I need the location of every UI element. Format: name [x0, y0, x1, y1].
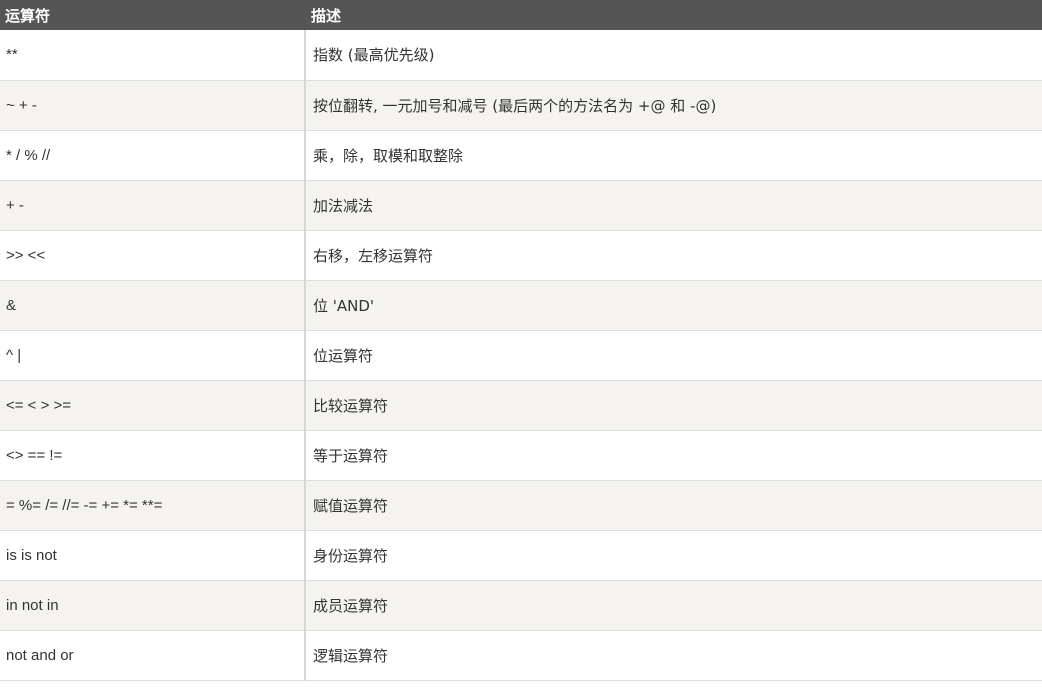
table-body: ** 指数 (最高优先级) ~ + - 按位翻转, 一元加号和减号 (最后两个的…	[0, 30, 1042, 680]
table-row: & 位 'AND'	[0, 280, 1042, 330]
header-row: 运算符 描述	[0, 0, 1042, 30]
table-header: 运算符 描述	[0, 0, 1042, 30]
operator-cell: ^ |	[0, 330, 306, 380]
operator-cell: ~ + -	[0, 80, 306, 130]
operator-cell: in not in	[0, 580, 306, 630]
operator-cell: <> == !=	[0, 430, 306, 480]
table-row: ~ + - 按位翻转, 一元加号和减号 (最后两个的方法名为 +@ 和 -@)	[0, 80, 1042, 130]
description-cell: 成员运算符	[305, 580, 1042, 630]
table-row: + - 加法减法	[0, 180, 1042, 230]
description-cell: 右移，左移运算符	[305, 230, 1042, 280]
operator-precedence-table: 运算符 描述 ** 指数 (最高优先级) ~ + - 按位翻转, 一元加号和减号…	[0, 0, 1042, 681]
table-row: ^ | 位运算符	[0, 330, 1042, 380]
description-cell: 指数 (最高优先级)	[305, 30, 1042, 80]
table-row: in not in 成员运算符	[0, 580, 1042, 630]
operator-cell: <= < > >=	[0, 380, 306, 430]
header-description: 描述	[311, 6, 342, 25]
operator-cell: + -	[0, 180, 306, 230]
operator-cell: is is not	[0, 530, 306, 580]
description-cell: 乘，除，取模和取整除	[305, 130, 1042, 180]
description-cell: 位运算符	[305, 330, 1042, 380]
table-row: <= < > >= 比较运算符	[0, 380, 1042, 430]
operator-cell: **	[0, 30, 306, 80]
table-row: <> == != 等于运算符	[0, 430, 1042, 480]
description-cell: 赋值运算符	[305, 480, 1042, 530]
description-cell: 身份运算符	[305, 530, 1042, 580]
description-cell: 等于运算符	[305, 430, 1042, 480]
table-row: * / % // 乘，除，取模和取整除	[0, 130, 1042, 180]
table-row: not and or 逻辑运算符	[0, 630, 1042, 680]
description-cell: 逻辑运算符	[305, 630, 1042, 680]
description-cell: 比较运算符	[305, 380, 1042, 430]
description-cell: 加法减法	[305, 180, 1042, 230]
operator-cell: >> <<	[0, 230, 306, 280]
operator-cell: &	[0, 280, 306, 330]
operator-cell: = %= /= //= -= += *= **=	[0, 480, 306, 530]
operator-cell: not and or	[0, 630, 306, 680]
header-operator: 运算符	[5, 6, 51, 25]
table-row: >> << 右移，左移运算符	[0, 230, 1042, 280]
operator-cell: * / % //	[0, 130, 306, 180]
table-row: is is not 身份运算符	[0, 530, 1042, 580]
table-row: ** 指数 (最高优先级)	[0, 30, 1042, 80]
description-cell: 位 'AND'	[305, 280, 1042, 330]
table-row: = %= /= //= -= += *= **= 赋值运算符	[0, 480, 1042, 530]
description-cell: 按位翻转, 一元加号和减号 (最后两个的方法名为 +@ 和 -@)	[305, 80, 1042, 130]
